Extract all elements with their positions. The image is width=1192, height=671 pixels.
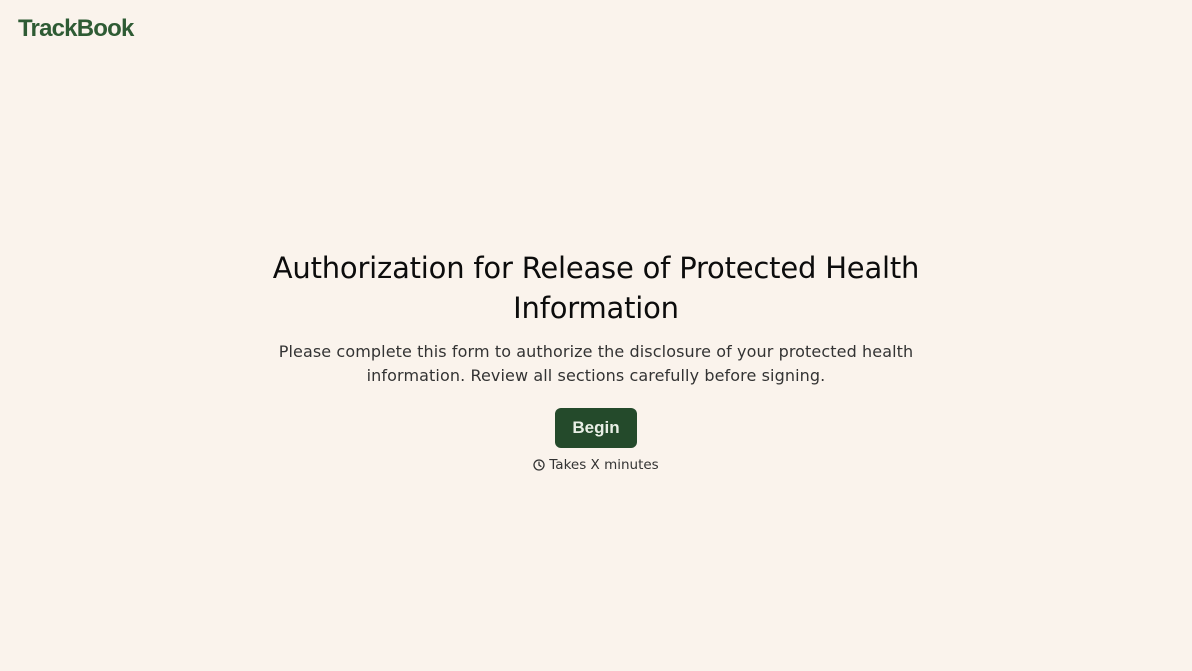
duration-text: Takes X minutes (549, 457, 659, 473)
form-intro: Authorization for Release of Protected H… (0, 248, 1192, 473)
trackbook-logo[interactable]: TrackBook (18, 14, 134, 44)
clock-icon (533, 459, 545, 471)
begin-button[interactable]: Begin (555, 408, 637, 448)
page-title: Authorization for Release of Protected H… (272, 251, 920, 325)
duration-info: Takes X minutes (533, 457, 659, 473)
page-description: Please complete this form to authorize t… (278, 342, 914, 385)
